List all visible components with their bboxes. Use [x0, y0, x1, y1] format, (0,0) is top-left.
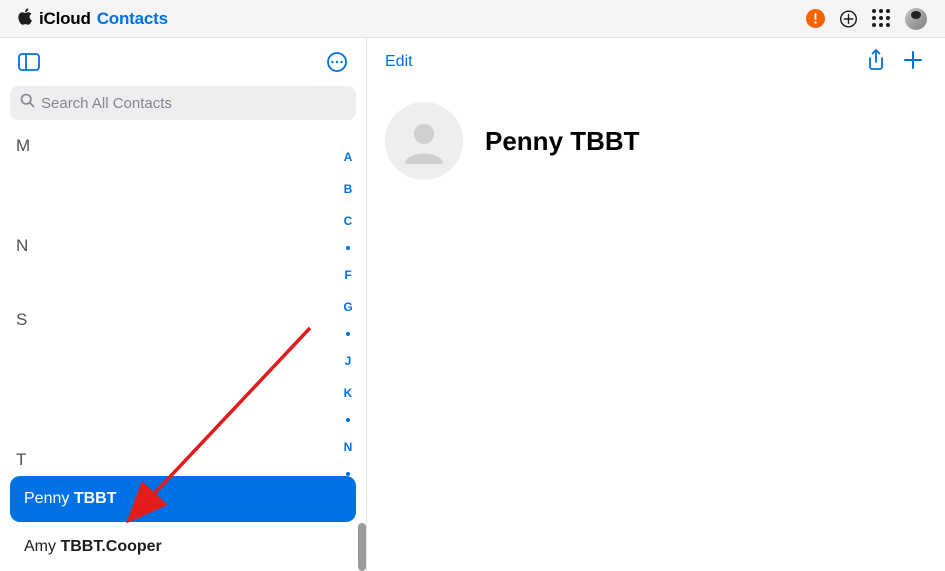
index-k[interactable]: K: [344, 386, 353, 400]
contact-row-amy[interactable]: Amy TBBT.Cooper: [10, 524, 356, 570]
header-right: [806, 8, 927, 30]
section-header-n: N: [0, 228, 366, 260]
index-f[interactable]: F: [344, 268, 351, 282]
index-n[interactable]: N: [344, 440, 353, 454]
index-c[interactable]: C: [344, 214, 353, 228]
account-avatar[interactable]: [905, 8, 927, 30]
index-dot[interactable]: [346, 246, 350, 250]
contact-row-penny[interactable]: Penny TBBT: [10, 476, 356, 522]
index-dot[interactable]: [346, 332, 350, 336]
redacted-contacts-s: [12, 338, 354, 434]
redacted-contacts-n: [12, 264, 354, 294]
section-header-s: S: [0, 302, 366, 334]
contact-name-title: Penny TBBT: [485, 126, 640, 157]
detail-actions: [867, 49, 923, 76]
detail-toolbar: Edit: [367, 38, 945, 86]
apple-logo-icon: [18, 8, 33, 30]
contact-first: Amy: [24, 538, 60, 555]
more-options-icon[interactable]: [326, 51, 348, 73]
sidebar-toggle-icon[interactable]: [18, 53, 40, 71]
app-header: iCloud Contacts: [0, 0, 945, 38]
edit-button[interactable]: Edit: [385, 53, 413, 71]
search-container: [0, 86, 366, 128]
index-dot[interactable]: [346, 472, 350, 476]
search-icon: [20, 93, 35, 113]
contact-first: Penny: [24, 490, 74, 507]
section-header-t: T: [0, 442, 366, 474]
sidebar-toolbar: [0, 38, 366, 86]
alphabet-index[interactable]: A B C F G J K N: [338, 150, 358, 561]
index-b[interactable]: B: [344, 182, 353, 196]
redacted-contacts-m: [12, 164, 354, 220]
contact-avatar-placeholder: [385, 102, 463, 180]
index-j[interactable]: J: [345, 354, 352, 368]
header-left: iCloud Contacts: [18, 8, 168, 30]
share-icon[interactable]: [867, 49, 885, 76]
index-g[interactable]: G: [343, 300, 352, 314]
scrollbar-thumb[interactable]: [358, 523, 366, 571]
search-field[interactable]: [10, 86, 356, 120]
main-content: M N S T Penny TBBT Amy TBBT.Cooper A B C…: [0, 38, 945, 571]
contacts-list[interactable]: M N S T Penny TBBT Amy TBBT.Cooper: [0, 128, 366, 571]
icloud-label[interactable]: iCloud: [39, 9, 91, 29]
create-icon[interactable]: [839, 9, 858, 28]
index-dot[interactable]: [346, 418, 350, 422]
contact-last: TBBT.Cooper: [60, 538, 161, 555]
app-launcher-icon[interactable]: [872, 9, 891, 28]
search-input[interactable]: [41, 95, 346, 112]
section-header-m: M: [0, 128, 366, 160]
contact-last: TBBT: [74, 490, 117, 507]
contact-header: Penny TBBT: [367, 86, 945, 196]
app-name-label[interactable]: Contacts: [97, 9, 168, 29]
alert-icon[interactable]: [806, 9, 825, 28]
contact-detail: Edit Penny TBBT: [367, 38, 945, 571]
index-a[interactable]: A: [344, 150, 353, 164]
add-contact-icon[interactable]: [903, 50, 923, 75]
contacts-sidebar: M N S T Penny TBBT Amy TBBT.Cooper A B C…: [0, 38, 367, 571]
